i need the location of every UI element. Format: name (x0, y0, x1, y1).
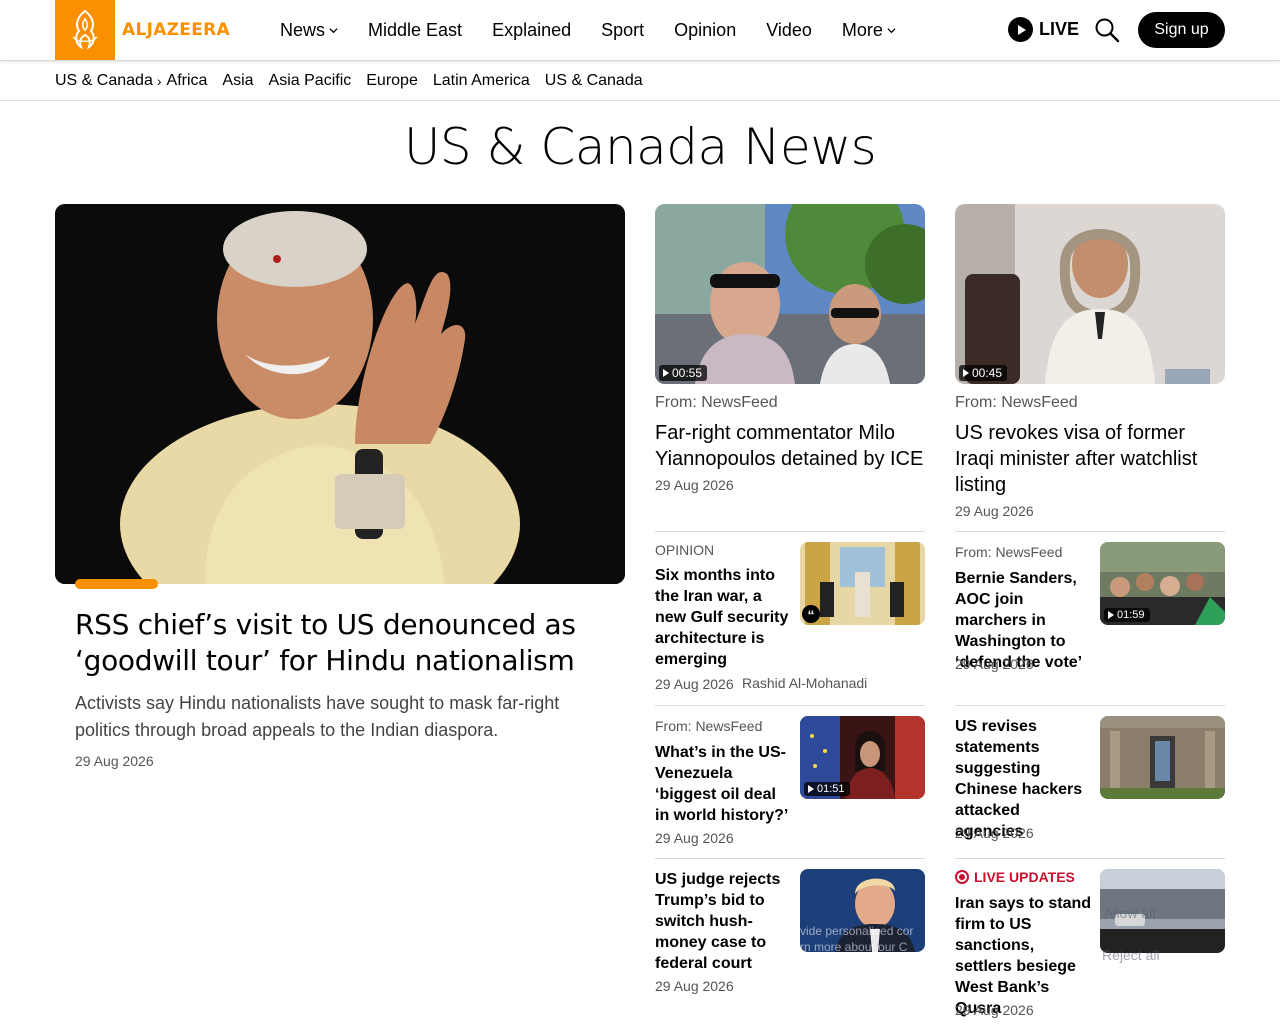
featured-accent-bar (75, 579, 158, 589)
quote-icon: “ (802, 605, 820, 623)
card-date: 29 Aug 2026 (955, 503, 1034, 519)
card-headline[interactable]: US revokes visa of former Iraqi minister… (955, 420, 1225, 498)
list-item-date: 29 Aug 2026 (955, 656, 1034, 672)
nav-item-explained[interactable]: Explained (492, 20, 571, 41)
list-item-date: 29 Aug 2026 (955, 1002, 1034, 1018)
list-item-source: From: NewsFeed (955, 544, 1063, 560)
card-source: From: NewsFeed (655, 394, 778, 411)
logo-emblem-icon (55, 0, 115, 60)
chevron-down-icon (329, 27, 338, 33)
search-icon[interactable] (1094, 17, 1120, 43)
logo-wordmark: ALJAZEERA (122, 20, 230, 40)
live-label: LIVE (1039, 19, 1080, 39)
nav-item-news[interactable]: News (280, 20, 338, 41)
page-title: US & Canada News (403, 118, 877, 176)
card-headline[interactable]: Far-right commentator Milo Yiannopoulos … (655, 420, 925, 472)
chevron-down-icon (887, 27, 896, 33)
list-item-image[interactable] (1100, 716, 1225, 799)
card-date: 29 Aug 2026 (655, 477, 734, 493)
nav-item-video[interactable]: Video (766, 20, 812, 41)
subnav-link-asia-pacific[interactable]: Asia Pacific (269, 72, 352, 90)
featured-headline[interactable]: RSS chief’s visit to US denounced as ‘go… (75, 607, 595, 679)
nav-item-opinion[interactable]: Opinion (674, 20, 736, 41)
subnav-link-asia[interactable]: Asia (222, 72, 253, 90)
featured-summary: Activists say Hindu nationalists have so… (75, 693, 560, 740)
subnav-link-latin-america[interactable]: Latin America (433, 72, 530, 90)
subnav-link-africa[interactable]: Africa (167, 72, 208, 90)
divider (955, 858, 1225, 859)
video-duration-badge: 01:59 (1104, 608, 1150, 622)
nav-item-middle-east[interactable]: Middle East (368, 20, 462, 41)
list-item-image[interactable]: “ (800, 542, 925, 625)
video-duration-badge: 00:55 (659, 365, 708, 381)
list-item-source: From: NewsFeed (655, 718, 763, 734)
nav-item-sport[interactable]: Sport (601, 20, 644, 41)
reject-all-button[interactable]: Reject all (1102, 947, 1160, 963)
featured-date: 29 Aug 2026 (75, 753, 154, 769)
divider (655, 531, 925, 532)
list-item-date: 29 Aug 2026 (655, 830, 734, 846)
breadcrumb-current: US & Canada (55, 71, 153, 89)
list-item-headline[interactable]: Iran says to stand firm to US sanctions,… (955, 893, 1092, 1019)
list-item-headline[interactable]: What’s in the US-Venezuela ‘biggest oil … (655, 742, 792, 826)
video-duration-badge: 00:45 (959, 365, 1008, 381)
site-header: ALJAZEERA News Middle East Explained Spo… (0, 0, 1280, 61)
divider (955, 531, 1225, 532)
live-dot-icon (955, 870, 969, 884)
allow-all-button[interactable]: Allow all (1104, 905, 1155, 921)
play-icon (808, 785, 814, 793)
divider (955, 705, 1225, 706)
chevron-right-icon: › (156, 72, 162, 89)
author-name[interactable]: Rashid Al-Mohanadi (742, 675, 867, 691)
subnav-link-us-canada[interactable]: US & Canada (545, 72, 643, 90)
list-item-date: 29 Aug 2026 (955, 825, 1034, 841)
video-duration-badge: 01:51 (804, 782, 850, 796)
sign-up-button[interactable]: Sign up (1138, 12, 1225, 48)
list-item-headline[interactable]: Six months into the Iran war, a new Gulf… (655, 565, 792, 670)
cookie-overlay-link[interactable]: rn more about our C (800, 940, 907, 952)
main-nav: News Middle East Explained Sport Opinion… (280, 0, 926, 60)
list-item-image[interactable]: 01:51 (800, 716, 925, 799)
divider (655, 705, 925, 706)
list-item-headline[interactable]: US revises statements suggesting Chinese… (955, 716, 1092, 842)
opinion-label: OPINION (655, 542, 715, 558)
region-subnav: US & Canada › Africa Asia Asia Pacific E… (0, 61, 1280, 101)
featured-image[interactable] (55, 204, 625, 584)
subnav-link-europe[interactable]: Europe (366, 72, 418, 90)
card-source: From: NewsFeed (955, 394, 1078, 411)
play-icon (663, 369, 669, 377)
list-item-date: 29 Aug 2026 (655, 676, 734, 692)
card-image[interactable]: 00:45 (955, 204, 1225, 384)
breadcrumb[interactable]: US & Canada › (55, 72, 167, 90)
list-item-date: 29 Aug 2026 (655, 978, 734, 994)
play-icon (1108, 611, 1114, 619)
site-logo[interactable]: ALJAZEERA (55, 0, 230, 60)
list-item-image[interactable]: 01:59 (1100, 542, 1225, 625)
list-item-image[interactable]: vide personalised cor rn more about our … (800, 869, 925, 952)
card-image[interactable]: 00:55 (655, 204, 925, 384)
play-icon (1008, 17, 1033, 42)
divider (655, 858, 925, 859)
cookie-overlay-text: vide personalised cor (800, 924, 914, 938)
live-updates-badge: LIVE UPDATES (955, 869, 1075, 885)
nav-item-more[interactable]: More (842, 20, 896, 41)
live-button[interactable]: LIVE (1008, 17, 1079, 42)
list-item-headline[interactable]: US judge rejects Trump’s bid to switch h… (655, 869, 792, 974)
play-icon (963, 369, 969, 377)
